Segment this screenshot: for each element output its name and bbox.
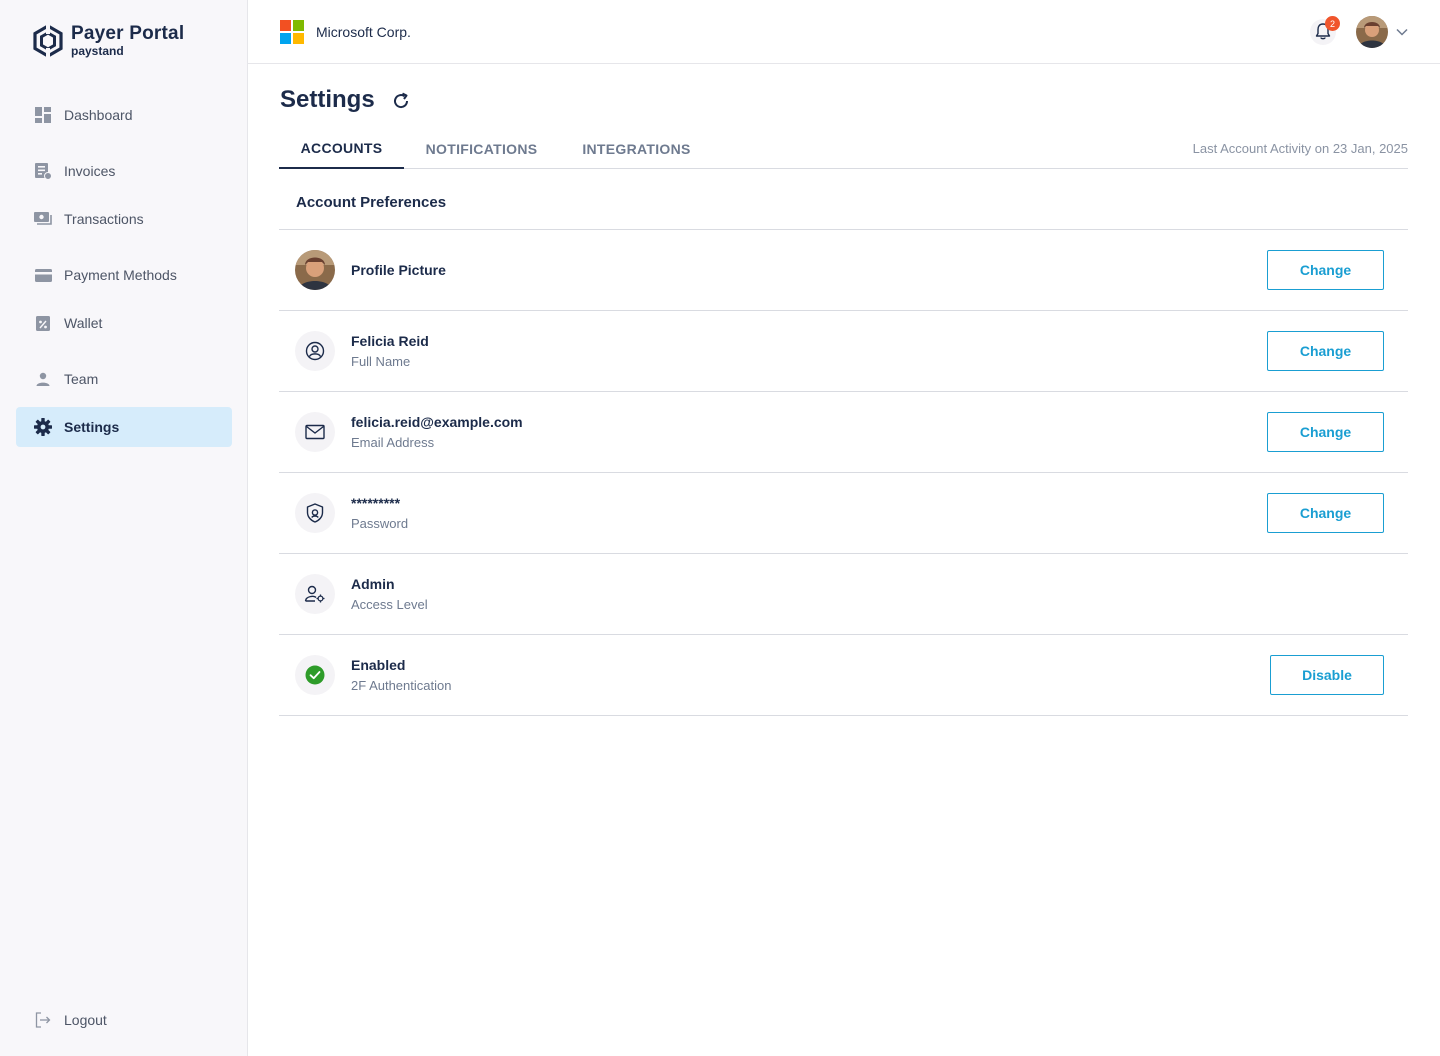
sidebar-item-label: Settings [64, 419, 120, 435]
person-icon [34, 370, 52, 388]
sidebar-item-transactions[interactable]: Transactions [16, 199, 232, 239]
sidebar-item-label: Wallet [64, 315, 103, 331]
sidebar-item-payment-methods[interactable]: Payment Methods [16, 255, 232, 295]
preference-row-profile-picture: Profile Picture Change [279, 230, 1408, 311]
sidebar-item-dashboard[interactable]: Dashboard [16, 95, 232, 135]
notifications-button[interactable]: 2 [1310, 16, 1340, 46]
chevron-down-icon[interactable] [1395, 25, 1409, 39]
brand-title: Payer Portal [71, 23, 185, 44]
sidebar: Payer Portal paystand Dashboard Invoices… [0, 0, 248, 1056]
user-circle-icon [295, 331, 335, 371]
sidebar-item-team[interactable]: Team [16, 359, 232, 399]
sidebar-item-label: Dashboard [64, 107, 133, 123]
preference-value: ********* [351, 494, 401, 511]
preference-row-access-level: Admin Access Level [279, 554, 1408, 635]
last-activity-text: Last Account Activity on 23 Jan, 2025 [1192, 141, 1408, 156]
profile-picture-avatar [295, 250, 335, 290]
preference-value: felicia.reid@example.com [351, 413, 523, 430]
tab-integrations[interactable]: INTEGRATIONS [559, 128, 714, 169]
sidebar-item-label: Payment Methods [64, 267, 177, 283]
preference-row-email: felicia.reid@example.com Email Address C… [279, 392, 1408, 473]
sidebar-item-label: Invoices [64, 163, 116, 179]
tab-notifications[interactable]: NOTIFICATIONS [404, 128, 559, 169]
preference-value: Admin [351, 575, 395, 592]
invoice-icon [34, 162, 52, 180]
avatar-image [1356, 16, 1388, 48]
change-email-button[interactable]: Change [1267, 412, 1384, 452]
preference-value: Enabled [351, 656, 406, 673]
sidebar-item-invoices[interactable]: Invoices [16, 151, 232, 191]
logout-label: Logout [64, 1012, 107, 1028]
notification-badge: 2 [1325, 16, 1340, 31]
dashboard-icon [34, 106, 52, 124]
preference-row-2fa: Enabled 2F Authentication Disable [279, 635, 1408, 716]
preference-label: 2F Authentication [351, 677, 452, 693]
preference-row-full-name: Felicia Reid Full Name Change [279, 311, 1408, 392]
preference-label: Password [351, 515, 409, 531]
refresh-icon[interactable] [391, 91, 411, 111]
topbar: Microsoft Corp. 2 [248, 0, 1440, 64]
sidebar-item-settings[interactable]: Settings [16, 407, 232, 447]
avatar-image [295, 250, 335, 290]
preference-label: Email Address [351, 434, 435, 450]
preference-row-password: ********* Password Change [279, 473, 1408, 554]
transactions-icon [34, 210, 52, 228]
paystand-logo-icon [33, 24, 63, 58]
change-full-name-button[interactable]: Change [1267, 331, 1384, 371]
user-avatar[interactable] [1356, 16, 1388, 48]
change-password-button[interactable]: Change [1267, 493, 1384, 533]
logout-button[interactable]: Logout [16, 1000, 232, 1040]
gear-icon [34, 418, 52, 436]
company-switcher[interactable]: Microsoft Corp. [280, 20, 411, 44]
credit-card-icon [34, 266, 52, 284]
page-title: Settings [280, 86, 375, 113]
wallet-icon [34, 314, 52, 332]
preference-label: Access Level [351, 596, 428, 612]
sidebar-item-wallet[interactable]: Wallet [16, 303, 232, 343]
sidebar-item-label: Transactions [64, 211, 144, 227]
logout-icon [34, 1011, 52, 1029]
preference-label: Profile Picture [351, 262, 446, 278]
preference-label: Full Name [351, 353, 411, 369]
microsoft-logo-icon [280, 20, 304, 44]
preference-value: Felicia Reid [351, 332, 429, 349]
tab-bar: ACCOUNTS NOTIFICATIONS INTEGRATIONS Last… [279, 128, 1408, 169]
sidebar-item-label: Team [64, 371, 99, 387]
company-name: Microsoft Corp. [316, 24, 411, 40]
section-title: Account Preferences [296, 194, 447, 211]
brand[interactable]: Payer Portal paystand [32, 24, 184, 58]
change-profile-picture-button[interactable]: Change [1267, 250, 1384, 290]
tab-accounts[interactable]: ACCOUNTS [279, 128, 404, 169]
user-gear-icon [295, 574, 335, 614]
shield-lock-icon [295, 493, 335, 533]
check-circle-icon [295, 655, 335, 695]
mail-icon [295, 412, 335, 452]
disable-2fa-button[interactable]: Disable [1270, 655, 1384, 695]
brand-subtitle: paystand [71, 44, 124, 58]
